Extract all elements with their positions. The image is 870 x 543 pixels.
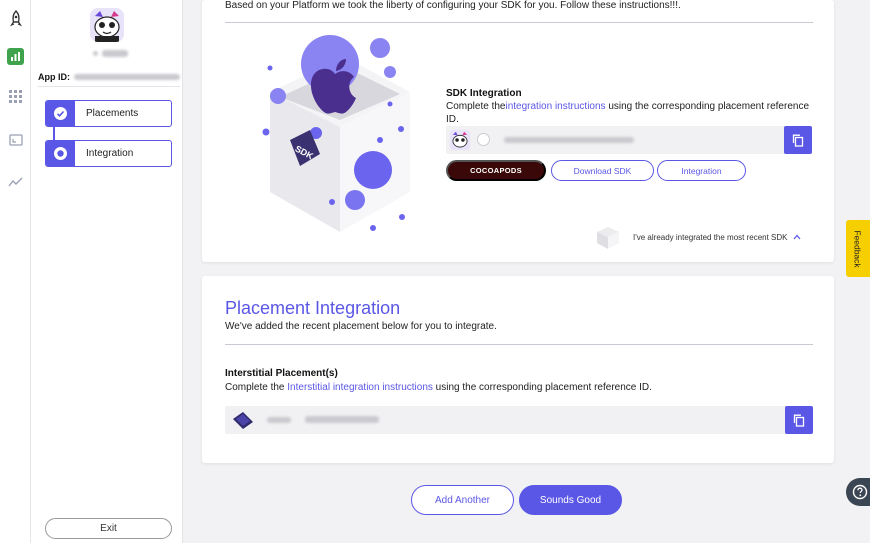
copy-icon [792, 134, 804, 147]
already-integrated-label: I've already integrated the most recent … [633, 232, 788, 242]
sdk-integration-desc: Complete theintegration instructions usi… [446, 101, 816, 126]
desc-text: Complete the [446, 101, 506, 112]
apple-platform-icon [477, 133, 490, 146]
interstitial-placement-desc: Complete the Interstitial integration in… [225, 382, 652, 393]
copy-button[interactable] [785, 406, 813, 434]
placement-integration-title: Placement Integration [225, 298, 401, 318]
help-icon [852, 484, 868, 500]
step-label: Integration [86, 148, 134, 159]
desc-text: Complete the [225, 382, 288, 393]
radio-current-icon [46, 141, 75, 166]
status-dot [93, 51, 98, 56]
divider [225, 344, 813, 345]
feedback-label: Feedback [853, 229, 863, 268]
integration-button[interactable]: Integration [657, 160, 746, 181]
trend-icon[interactable] [7, 173, 24, 190]
interstitial-placement-title: Interstitial Placement(s) [225, 368, 338, 379]
step-label: Placements [86, 108, 139, 119]
cube-icon [597, 227, 619, 249]
sdk-card: Based on your Platform we took the liber… [202, 0, 834, 262]
app-avatar [90, 8, 124, 42]
divider [225, 22, 813, 23]
icon-rail [0, 0, 31, 543]
grid-icon[interactable] [7, 88, 24, 105]
app-id-label: App ID: [38, 72, 70, 82]
monitor-icon[interactable] [7, 131, 24, 148]
desc-text: using the corresponding placement refere… [432, 382, 652, 393]
placement-integration-card: Placement Integration We've added the re… [202, 276, 834, 463]
sounds-good-button[interactable]: Sounds Good [519, 485, 622, 515]
sidebar: App ID: Placements Integration Exit [31, 0, 183, 543]
step-placements[interactable]: Placements [45, 100, 172, 127]
integration-instructions-link[interactable]: integration instructions [505, 101, 605, 112]
sdk-reference-row [446, 126, 812, 154]
sdk-intro-text: Based on your Platform we took the liber… [225, 0, 681, 11]
cocoapods-button[interactable]: COCOAPODS [446, 160, 546, 181]
app-id-value-redacted [74, 74, 180, 80]
app-id-row: App ID: [38, 70, 180, 84]
app-icon [450, 130, 470, 150]
rocket-icon[interactable] [7, 9, 24, 27]
redacted-text [102, 50, 128, 57]
check-icon [46, 101, 75, 126]
placement-reference-row [225, 406, 813, 434]
copy-icon [793, 414, 805, 427]
interstitial-placement-icon [230, 409, 256, 436]
chevron-up-icon [793, 234, 800, 240]
placement-integration-subtitle: We've added the recent placement below f… [225, 321, 497, 332]
placement-name-redacted [267, 417, 291, 423]
add-another-button[interactable]: Add Another [411, 485, 514, 515]
feedback-tab[interactable]: Feedback [846, 220, 870, 277]
exit-button[interactable]: Exit [45, 518, 172, 539]
placement-id-redacted [305, 416, 379, 423]
sidebar-divider [38, 86, 180, 87]
help-button[interactable] [846, 478, 870, 506]
sdk-illustration: SDK [250, 32, 420, 240]
step-integration[interactable]: Integration [45, 140, 172, 167]
interstitial-instructions-link[interactable]: Interstitial integration instructions [287, 382, 433, 393]
copy-button[interactable] [784, 126, 812, 154]
already-integrated-toggle[interactable]: I've already integrated the most recent … [595, 224, 815, 250]
sdk-integration-title: SDK Integration [446, 88, 522, 99]
download-sdk-button[interactable]: Download SDK [551, 160, 654, 181]
bar-chart-icon[interactable] [7, 48, 24, 65]
reference-id-redacted [504, 137, 634, 143]
app-name-redacted [93, 49, 131, 58]
